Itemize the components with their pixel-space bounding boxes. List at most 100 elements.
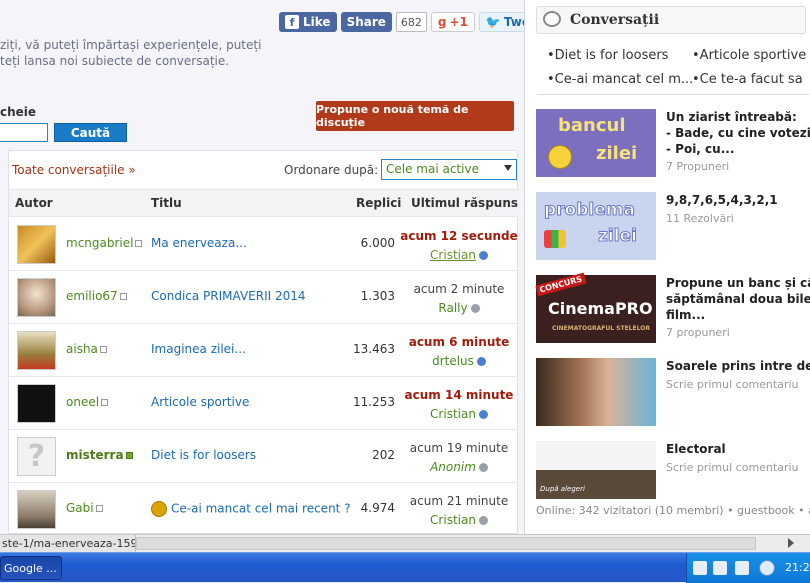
go-to-reply-icon[interactable] — [478, 463, 488, 472]
keyboard-icon[interactable] — [693, 561, 707, 575]
card-title[interactable]: 9,8,7,6,5,4,3,2,1 — [666, 192, 810, 208]
go-to-reply-icon[interactable] — [478, 516, 488, 525]
last-reply-time[interactable]: acum 12 secunde — [399, 227, 519, 246]
last-reply-time[interactable]: acum 6 minute — [399, 333, 519, 352]
conversation-link[interactable]: • Ce te-a facut sa — [692, 68, 803, 92]
conversation-link-text: Ce-ai mancat cel m... — [554, 72, 694, 87]
taskbar-browser-item[interactable]: Google ... — [0, 556, 62, 580]
browser-page: f Like Share 682 g +1 🐦 Tweet ziți, vă p… — [0, 0, 810, 534]
last-reply: acum 6 minute drtelus — [399, 333, 519, 371]
last-reply-user[interactable]: Cristian — [430, 407, 476, 421]
last-reply-user[interactable]: Cristian — [430, 513, 476, 527]
card-subtitle[interactable]: 7 propuneri — [666, 326, 730, 339]
author-link[interactable]: Gabi — [66, 501, 103, 515]
show-hidden-icons-chevron-icon[interactable] — [759, 560, 775, 576]
facebook-like-button[interactable]: f Like — [279, 12, 337, 32]
problema-zilei-thumbnail[interactable]: problema zilei — [536, 192, 656, 260]
topic-title-link[interactable]: Condica PRIMAVERII 2014 — [151, 289, 306, 303]
last-reply-user[interactable]: drtelus — [432, 354, 474, 368]
author-link[interactable]: emilio67 — [66, 289, 127, 303]
google-plus-button[interactable]: g +1 — [430, 12, 475, 32]
keyword-search-input[interactable] — [0, 123, 48, 142]
status-icon — [95, 505, 103, 512]
avatar[interactable] — [17, 384, 56, 423]
conversation-link[interactable]: • Articole sportive — [692, 44, 806, 68]
card-title[interactable]: Soarele prins intre dej — [666, 358, 810, 374]
card-subtitle[interactable]: Scrie primul comentariu — [666, 378, 799, 391]
help-icon[interactable] — [713, 561, 727, 575]
search-button[interactable]: Caută — [54, 123, 127, 142]
conversations-title: Conversații — [570, 12, 660, 28]
conversations-box-header: Conversații — [536, 6, 806, 34]
replies-count: 6.000 — [360, 236, 395, 250]
facebook-icon: f — [285, 15, 299, 29]
facebook-share-button[interactable]: Share — [340, 12, 392, 32]
card-title-line: - Poi, cu... — [666, 142, 735, 156]
photo-thumbnail[interactable] — [536, 358, 656, 426]
conversation-link[interactable]: • Ce-ai mancat cel m... — [547, 68, 693, 92]
cinemapro-thumbnail[interactable]: CONCURS CinemaPRO CINEMATOGRAFUL STELELO… — [535, 272, 656, 343]
last-reply-time[interactable]: acum 19 minute — [399, 439, 519, 458]
scroll-right-arrow-icon[interactable] — [788, 538, 794, 548]
go-to-reply-icon[interactable] — [470, 304, 480, 313]
header-author[interactable]: Autor — [15, 196, 53, 210]
horizontal-scrollbar[interactable] — [136, 537, 756, 550]
conversation-link[interactable]: • Diet is for loosers — [547, 44, 668, 68]
last-reply-time[interactable]: acum 14 minute — [399, 386, 519, 405]
author-link[interactable]: oneel — [66, 395, 109, 409]
volume-icon[interactable] — [735, 561, 749, 575]
topic-title-link[interactable]: Articole sportive — [151, 395, 249, 409]
author-name: aisha — [66, 342, 98, 356]
bancul-zilei-thumbnail[interactable]: bancul zilei — [536, 109, 656, 177]
topic-title-link[interactable]: Diet is for loosers — [151, 448, 256, 462]
last-reply: acum 12 secunde Cristian — [399, 227, 519, 265]
last-reply-user[interactable]: Anonim — [430, 460, 476, 474]
author-link[interactable]: mcngabriel — [66, 236, 143, 250]
author-link[interactable]: misterra — [66, 448, 133, 462]
last-reply: acum 2 minute Rally — [399, 280, 519, 318]
sidebar: Conversații • Diet is for loosers • Arti… — [524, 0, 810, 534]
avatar[interactable] — [17, 490, 56, 529]
conversation-link-text: Articole sportive — [699, 48, 807, 63]
go-to-reply-icon[interactable] — [476, 357, 486, 366]
online-visitors: Online: 342 vizitatori (10 membri) • gue… — [536, 504, 810, 517]
card-title-line: Electoral — [666, 442, 726, 456]
propose-topic-button[interactable]: Propune o nouă temă de discuție — [316, 101, 514, 131]
avatar[interactable] — [17, 331, 56, 370]
avatar[interactable]: ? — [17, 437, 56, 476]
last-reply-time[interactable]: acum 21 minute — [399, 492, 519, 511]
topic-title-link[interactable]: Ce-ai mancat cel mai recent ? — [151, 501, 351, 517]
card-subtitle[interactable]: Scrie primul comentariu — [666, 461, 799, 474]
puzzle-icon — [544, 230, 566, 248]
last-reply-user[interactable]: Cristian — [430, 248, 476, 262]
card-title[interactable]: Propune un banc și câ săptămânal doua bi… — [666, 275, 810, 323]
electoral-thumbnail[interactable]: După alegeri — [536, 441, 656, 499]
topic-title-link[interactable]: Imaginea zilei... — [151, 342, 246, 356]
browser-status-bar: ste-1/ma-enerveaza-1598 — [0, 534, 810, 553]
go-to-reply-icon[interactable] — [478, 251, 488, 260]
header-title[interactable]: Titlu — [151, 196, 182, 210]
go-to-reply-icon[interactable] — [478, 410, 488, 419]
avatar[interactable] — [17, 278, 56, 317]
card-title[interactable]: Electoral — [666, 441, 810, 457]
card-title-line: Un ziarist întreabă: — [666, 110, 797, 124]
thumbnail-text: problema — [544, 200, 636, 221]
replies-count: 202 — [372, 448, 395, 462]
last-reply-time[interactable]: acum 2 minute — [399, 280, 519, 299]
author-name: Gabi — [66, 501, 94, 515]
order-select[interactable]: Cele mai active — [381, 159, 517, 180]
all-conversations-link[interactable]: Toate conversațiile » — [12, 163, 136, 177]
clock[interactable]: 21:28 — [785, 561, 810, 574]
status-icon — [135, 240, 143, 247]
card-title-line: Soarele prins intre dej — [666, 359, 810, 373]
header-last-reply[interactable]: Ultimul răspuns — [411, 196, 518, 210]
author-link[interactable]: aisha — [66, 342, 107, 356]
card-subtitle[interactable]: 7 Propuneri — [666, 160, 729, 173]
thumbnail-text: CINEMATOGRAFUL STELELOR — [552, 325, 650, 332]
last-reply-user[interactable]: Rally — [438, 301, 467, 315]
header-replies[interactable]: Replici — [356, 196, 401, 210]
card-subtitle[interactable]: 11 Rezolvări — [666, 212, 734, 225]
card-title[interactable]: Un ziarist întreabă: - Bade, cu cine vot… — [666, 109, 810, 157]
topic-title-link[interactable]: Ma enerveaza... — [151, 236, 247, 250]
avatar[interactable] — [17, 225, 56, 264]
